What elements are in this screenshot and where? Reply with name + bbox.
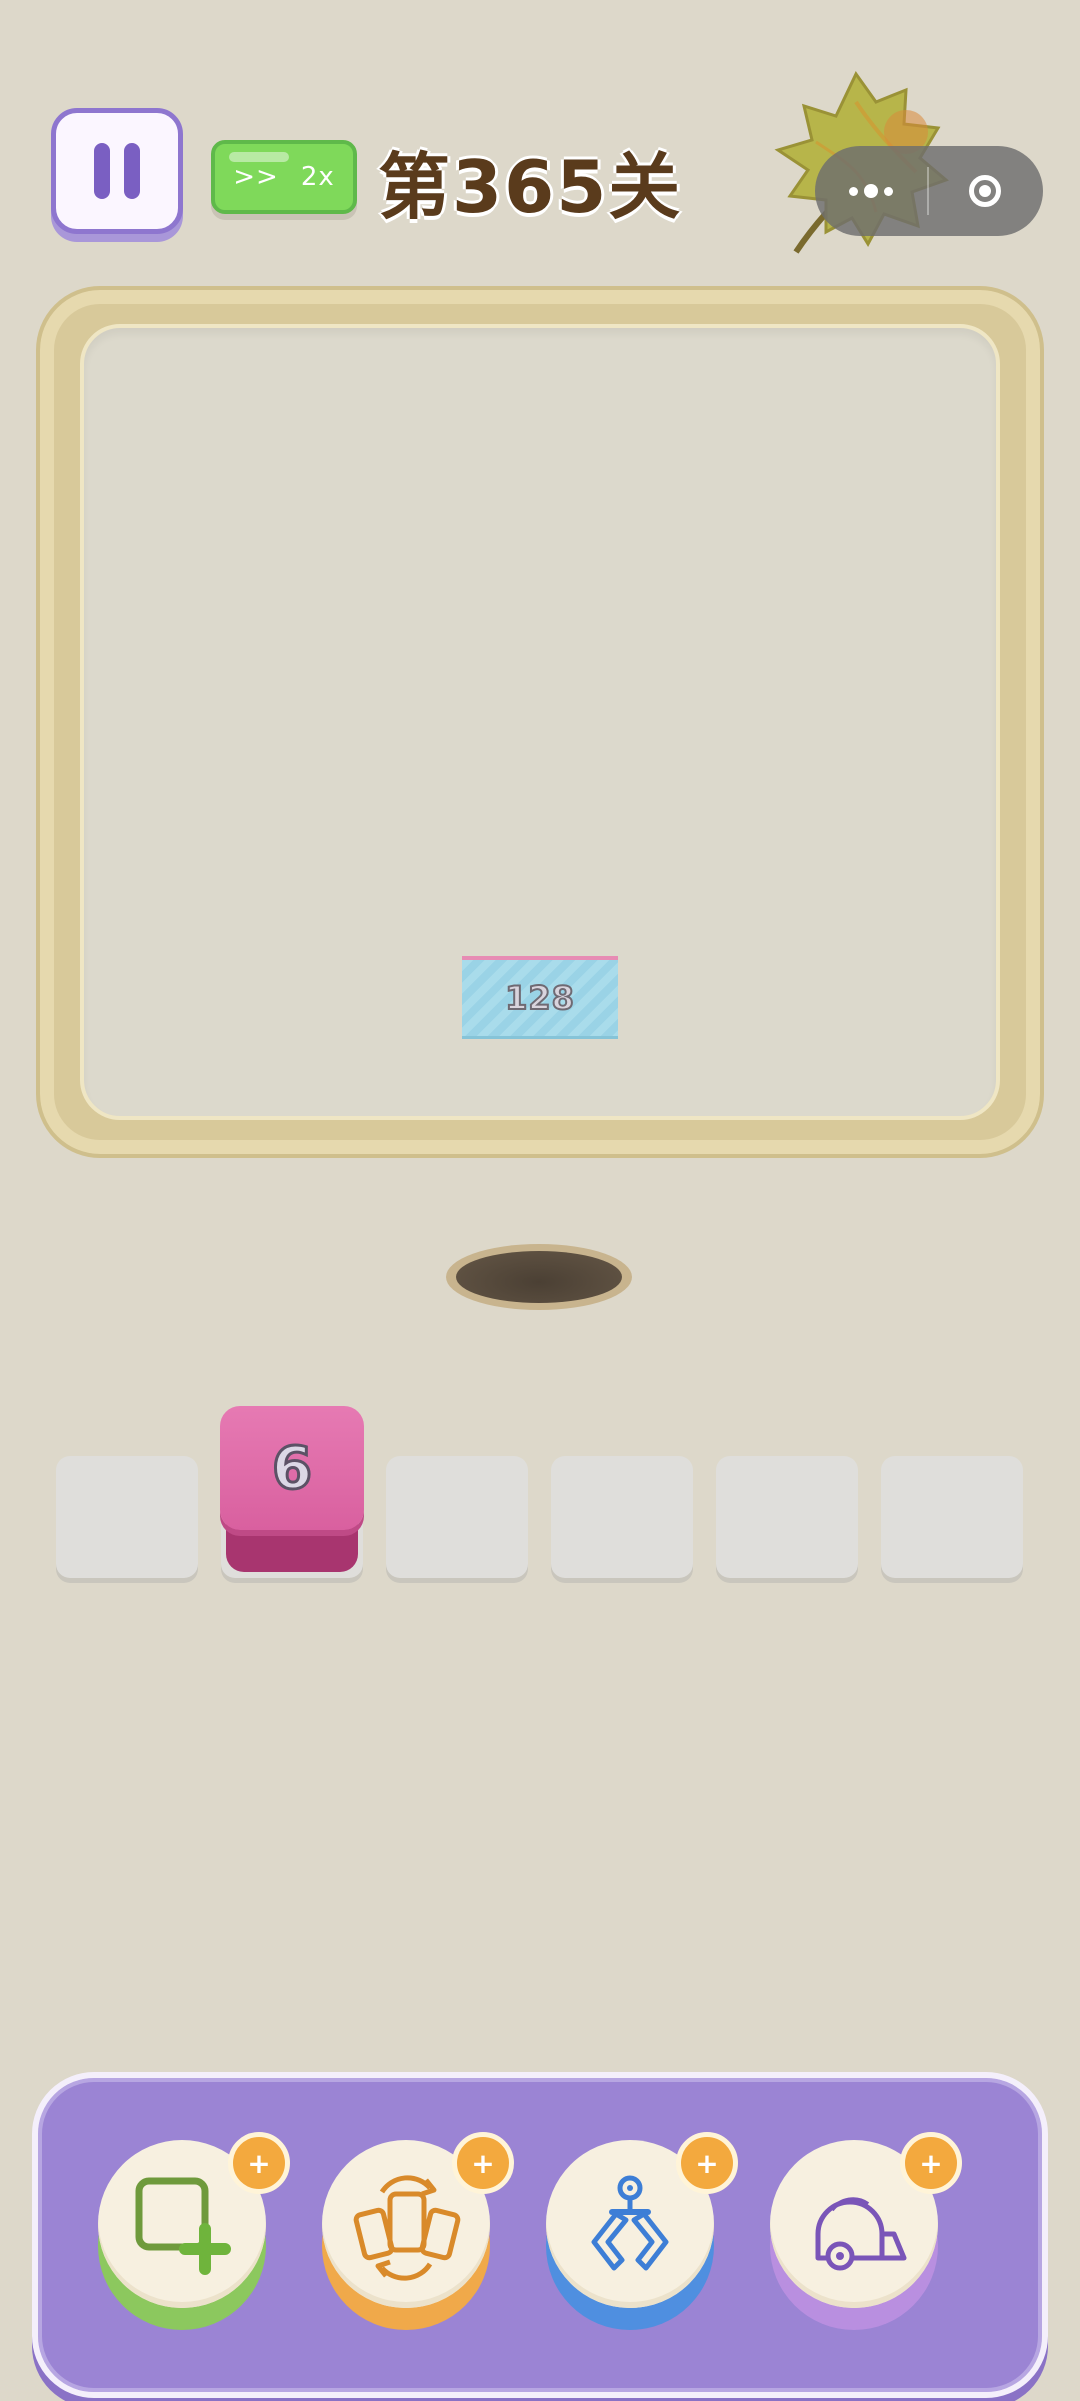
more-dots-icon[interactable] [815,146,927,236]
add-slot-icon [135,2177,231,2275]
speed-arrows: >> [233,162,279,192]
slot-3 [386,1456,528,1578]
claw-powerup[interactable]: + [546,2132,738,2336]
dot [849,186,858,196]
pause-bar-right [124,143,140,199]
vacuum-powerup[interactable]: + [770,2132,962,2336]
shuffle-icon [353,2175,461,2281]
pause-icon [94,143,140,199]
pause-bar-left [94,143,110,199]
speed-button[interactable]: >> 2x [211,140,357,214]
dot [884,186,893,196]
plus-badge[interactable]: + [452,2132,514,2194]
level-title: 第365关 [378,145,683,229]
target-core [979,185,991,197]
add-slot-powerup[interactable]: + [98,2132,290,2336]
claw-icon [591,2175,669,2271]
mini-program-capsule [815,146,1043,236]
slot-5 [716,1456,858,1578]
target-ring [969,175,1001,207]
target-icon[interactable] [929,146,1041,236]
slot-1 [56,1456,198,1578]
number-tile[interactable]: 128 [462,956,618,1036]
number-block-label: 6 [220,1406,364,1530]
plus-badge[interactable]: + [228,2132,290,2194]
pause-button[interactable] [51,108,183,234]
speed-label: 2x [300,162,335,192]
vacuum-icon [815,2197,907,2271]
slot-6 [881,1456,1023,1578]
slot-4 [551,1456,693,1578]
hole-inner [456,1251,622,1303]
dot [864,184,878,198]
number-block[interactable]: 6 [220,1406,364,1572]
drop-hole [446,1244,632,1310]
shuffle-powerup[interactable]: + [322,2132,514,2336]
plus-badge[interactable]: + [900,2132,962,2194]
game-screen: >> 2x 第365关 128 6 + + + + [0,0,1080,2401]
speed-button-shine [229,152,289,162]
plus-badge[interactable]: + [676,2132,738,2194]
